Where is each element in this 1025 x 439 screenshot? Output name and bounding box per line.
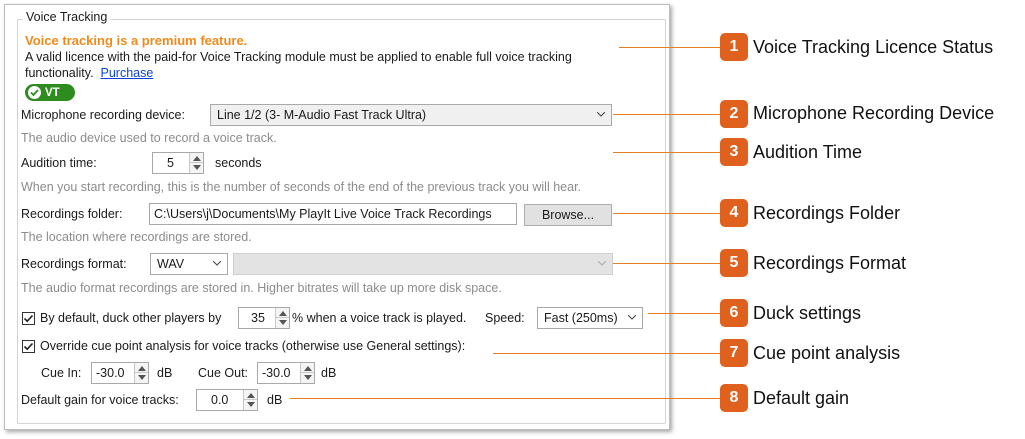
audition-spin-buttons[interactable]: [189, 153, 203, 173]
duck-label: By default, duck other players by: [40, 311, 222, 325]
cue-in-spin-buttons[interactable]: [134, 363, 148, 383]
callout-number-3: 3: [720, 138, 748, 166]
microphone-label: Microphone recording device:: [21, 108, 185, 122]
browse-button[interactable]: Browse...: [524, 204, 612, 226]
callout-label-1: Voice Tracking Licence Status: [753, 37, 994, 57]
callout-label-6: Duck settings: [753, 303, 862, 323]
folder-input[interactable]: C:\Users\j\Documents\My PlayIt Live Voic…: [149, 203, 517, 225]
gain-spin-buttons[interactable]: [243, 390, 257, 410]
chevron-down-icon: [213, 261, 221, 266]
audition-unit: seconds: [215, 156, 262, 170]
callout-line-4: [613, 213, 720, 214]
cue-out-stepper[interactable]: -30.0: [257, 362, 315, 384]
callout-number-2: 2: [720, 100, 748, 128]
purchase-link[interactable]: Purchase: [101, 66, 154, 80]
duck-stepper[interactable]: 35: [238, 307, 290, 329]
callout-line-5: [613, 263, 720, 264]
chevron-down-icon: [628, 315, 636, 320]
speed-select[interactable]: Fast (250ms): [537, 307, 643, 329]
folder-hint: The location where recordings are stored…: [21, 230, 252, 244]
checkmark-icon: [23, 314, 34, 323]
audition-value: 5: [167, 156, 174, 170]
callout-line-3: [613, 152, 720, 153]
gain-stepper[interactable]: 0.0: [196, 389, 258, 411]
microphone-value: Line 1/2 (3- M-Audio Fast Track Ultra): [217, 108, 427, 122]
cue-out-spin-buttons[interactable]: [300, 363, 314, 383]
speed-label: Speed:: [485, 311, 525, 325]
format-select[interactable]: WAV: [150, 253, 228, 275]
duck-checkbox[interactable]: [22, 312, 35, 325]
premium-notice: Voice tracking is a premium feature.: [25, 33, 248, 48]
microphone-hint: The audio device used to record a voice …: [21, 131, 277, 145]
callout-label-5: Recordings Format: [753, 253, 907, 273]
audition-stepper[interactable]: 5: [152, 152, 204, 174]
callout-label-3: Audition Time: [753, 142, 863, 162]
callout-line-6: [648, 313, 720, 314]
cue-out-unit: dB: [321, 366, 337, 380]
callout-number-1: 1: [720, 33, 748, 61]
group-title: Voice Tracking: [23, 10, 111, 24]
checkmark-icon: [23, 342, 34, 351]
folder-value: C:\Users\j\Documents\My PlayIt Live Voic…: [154, 207, 492, 221]
callout-line-7: [493, 353, 720, 354]
callout-number-8: 8: [720, 384, 748, 412]
vt-badge-label: VT: [45, 86, 60, 99]
cue-out-label: Cue Out:: [198, 366, 249, 380]
format-label: Recordings format:: [21, 257, 127, 271]
microphone-select[interactable]: Line 1/2 (3- M-Audio Fast Track Ultra): [210, 104, 612, 126]
cue-out-value: -30.0: [262, 366, 291, 380]
format-hint: The audio format recordings are stored i…: [21, 281, 502, 295]
duck-label-post: % when a voice track is played.: [292, 311, 467, 325]
callout-number-5: 5: [720, 249, 748, 277]
callout-number-6: 6: [720, 299, 748, 327]
gain-value: 0.0: [211, 393, 229, 407]
speed-value: Fast (250ms): [544, 311, 618, 325]
audition-hint: When you start recording, this is the nu…: [21, 180, 582, 194]
callout-line-2: [613, 114, 720, 115]
cue-in-stepper[interactable]: -30.0: [91, 362, 149, 384]
voice-tracking-panel: Voice Tracking Voice tracking is a premi…: [4, 4, 670, 430]
cue-checkbox[interactable]: [22, 340, 35, 353]
gain-label: Default gain for voice tracks:: [21, 393, 179, 407]
check-icon: [28, 86, 41, 99]
callout-line-1: [619, 47, 720, 48]
format-value: WAV: [157, 257, 185, 271]
folder-label: Recordings folder:: [21, 207, 123, 221]
cue-in-label: Cue In:: [41, 366, 82, 380]
gain-unit: dB: [267, 393, 283, 407]
cue-label: Override cue point analysis for voice tr…: [40, 339, 466, 353]
callout-number-4: 4: [720, 199, 748, 227]
callout-label-7: Cue point analysis: [753, 343, 901, 363]
callout-line-8: [290, 398, 720, 399]
vt-badge: VT: [25, 84, 75, 101]
duck-value: 35: [251, 311, 265, 325]
cue-in-value: -30.0: [96, 366, 125, 380]
duck-spin-buttons[interactable]: [275, 308, 289, 328]
callout-number-7: 7: [720, 339, 748, 367]
chevron-down-icon: [598, 261, 606, 266]
callout-label-8: Default gain: [753, 388, 850, 408]
callout-label-2: Microphone Recording Device: [753, 103, 995, 123]
cue-in-unit: dB: [157, 366, 173, 380]
bitrate-select: [233, 253, 613, 275]
audition-label: Audition time:: [21, 156, 97, 170]
chevron-down-icon: [597, 112, 605, 117]
licence-text: A valid licence with the paid-for Voice …: [25, 49, 625, 81]
callout-label-4: Recordings Folder: [753, 203, 901, 223]
